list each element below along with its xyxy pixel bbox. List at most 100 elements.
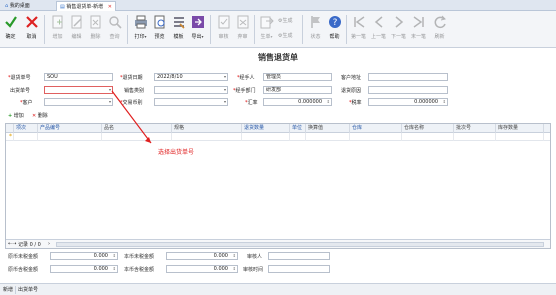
return-reason-field[interactable] [368, 86, 448, 94]
confirm-button[interactable]: 确定 [1, 13, 20, 46]
unaudit-button[interactable]: 弃审 [233, 13, 252, 46]
table-cell[interactable] [172, 133, 242, 141]
grid-delete-button[interactable]: ✕ 删除 [32, 112, 48, 119]
audit-button[interactable]: 审核 [214, 13, 233, 46]
customer-address-field[interactable] [368, 73, 448, 81]
table-cell[interactable] [290, 133, 306, 141]
tab-bar: ⌂ 我的桌面 ▤ 销售退货单-新增 ✕ [0, 0, 556, 11]
button-label: 打印 [134, 34, 145, 40]
column-header[interactable]: 单位 [290, 124, 306, 133]
help-button[interactable]: ? 帮助 [325, 13, 344, 46]
generate-sub-button-2[interactable]: ⚙生成 [278, 32, 293, 39]
svg-text:?: ? [332, 18, 337, 28]
customer-address-label: 客户地址 [341, 75, 362, 81]
table-row[interactable] [6, 133, 550, 141]
row-indicator-header [6, 124, 14, 133]
column-header[interactable]: 批次号 [454, 124, 496, 133]
column-header[interactable]: 仓库 [350, 124, 402, 133]
button-label: 增加 [13, 113, 24, 119]
export-button[interactable]: 导出▾ [188, 13, 207, 46]
refresh-button[interactable]: 刷新 [430, 13, 449, 46]
template-button[interactable]: 模板 [169, 13, 188, 46]
local-taxed-label: 本币含税金额 [124, 267, 155, 273]
status-bar: 新增 出货单号 [0, 283, 556, 295]
table-cell[interactable] [14, 133, 38, 141]
review-time-field[interactable] [268, 265, 330, 273]
table-cell[interactable] [306, 133, 350, 141]
button-label: 生单 [260, 34, 271, 40]
table-cell[interactable] [350, 133, 402, 141]
handler-dept-field[interactable]: 研发部 [263, 86, 332, 94]
last-record-button[interactable]: 末一笔 [409, 13, 428, 46]
button-label: 上一笔 [370, 34, 386, 40]
orig-untaxed-field[interactable]: 0.000 ⇕ [50, 252, 118, 260]
column-header[interactable]: 换算值 [306, 124, 350, 133]
tab-my-desktop[interactable]: ⌂ 我的桌面 [2, 1, 33, 11]
table-cell[interactable] [242, 133, 290, 141]
table-cell[interactable] [102, 133, 172, 141]
handler-field[interactable]: 管理员 [263, 73, 332, 81]
column-header[interactable]: 产品编号 [38, 124, 102, 133]
chevron-down-icon: ▾ [144, 34, 147, 39]
check-icon [4, 16, 17, 28]
tax-rate-field[interactable]: 0.000000 ⇕ [368, 98, 448, 106]
column-header[interactable]: 项次 [14, 124, 38, 133]
chevron-down-icon: ▾ [270, 34, 273, 39]
table-cell[interactable] [38, 133, 102, 141]
outbound-no-field[interactable]: ▾ [44, 86, 113, 94]
trade-currency-field[interactable]: ▾ [154, 98, 228, 106]
plus-icon: + [8, 113, 13, 119]
customer-label: *客户 [20, 100, 33, 106]
prev-record-button[interactable]: 上一笔 [369, 13, 388, 46]
next-icon [395, 16, 403, 28]
delete-button[interactable]: 删除 [86, 13, 105, 46]
reviewer-field[interactable] [268, 252, 330, 260]
status-button[interactable]: 状态 [306, 13, 325, 46]
grid-add-button[interactable]: + 增加 [8, 112, 24, 119]
handler-label: *经手人 [237, 75, 255, 81]
prev-icon [374, 16, 382, 28]
query-button[interactable]: 查询 [105, 13, 124, 46]
cancel-button[interactable]: 取消 [22, 13, 41, 46]
table-cell[interactable] [402, 133, 454, 141]
return-date-field[interactable]: 2022/8/10 ▾ [154, 73, 228, 81]
document-icon: ▤ [60, 4, 65, 10]
orig-taxed-field[interactable]: 0.000 ⇕ [50, 265, 118, 273]
edit-button[interactable]: 编辑 [67, 13, 86, 46]
button-label: 末一笔 [410, 34, 426, 40]
detail-grid: 项次 产品编号 品名 规格 退货数量 单位 换算值 仓库 仓库名称 批次号 库存… [5, 123, 551, 249]
tab-sales-return-new[interactable]: ▤ 销售退货单-新增 ✕ [56, 1, 116, 11]
local-taxed-field[interactable]: 0.000 ⇕ [166, 265, 238, 273]
table-cell[interactable] [496, 133, 544, 141]
return-no-field[interactable]: SOU [44, 73, 113, 81]
chevron-down-icon: ▾ [223, 99, 226, 104]
first-record-button[interactable]: 第一笔 [349, 13, 368, 46]
button-label: 取消 [26, 34, 37, 40]
button-label: 刷新 [434, 34, 445, 40]
column-header[interactable]: 规格 [172, 124, 242, 133]
local-untaxed-field[interactable]: 0.000 ⇕ [166, 252, 238, 260]
horizontal-scrollbar[interactable] [56, 242, 544, 247]
preview-button[interactable]: 预览 [150, 13, 169, 46]
sales-type-field[interactable]: ▾ [154, 86, 228, 94]
stepper-icon: ⇕ [326, 99, 330, 104]
button-label: 状态 [310, 34, 321, 40]
column-header[interactable]: 品名 [102, 124, 172, 133]
chevron-right-icon[interactable]: › [48, 241, 50, 247]
add-button[interactable]: 增加 [48, 13, 67, 46]
generate-sub-button[interactable]: ⚙生成 [278, 17, 293, 24]
nav-arrows-icon[interactable]: ⇠⇢ [8, 241, 16, 247]
column-header[interactable]: 退货数量 [242, 124, 290, 133]
print-button[interactable]: 打印▾ [131, 13, 150, 46]
table-cell[interactable] [454, 133, 496, 141]
column-header[interactable]: 库存数量 [496, 124, 544, 133]
button-label: 预览 [154, 34, 165, 40]
customer-field[interactable]: ▾ [44, 98, 113, 106]
column-header[interactable]: 仓库名称 [402, 124, 454, 133]
exchange-rate-field[interactable]: 0.000000 ⇕ [263, 98, 332, 106]
tab-close-icon[interactable]: ✕ [108, 4, 112, 10]
toolbar: 确定 取消 增加 编辑 删除 查询 打印▾ 预览 模板 导出▾ 审核 弃审 生单… [0, 11, 556, 48]
next-record-button[interactable]: 下一笔 [389, 13, 408, 46]
exchange-rate-label: *汇率 [245, 100, 258, 106]
generate-button[interactable]: 生单▾ [257, 13, 276, 46]
